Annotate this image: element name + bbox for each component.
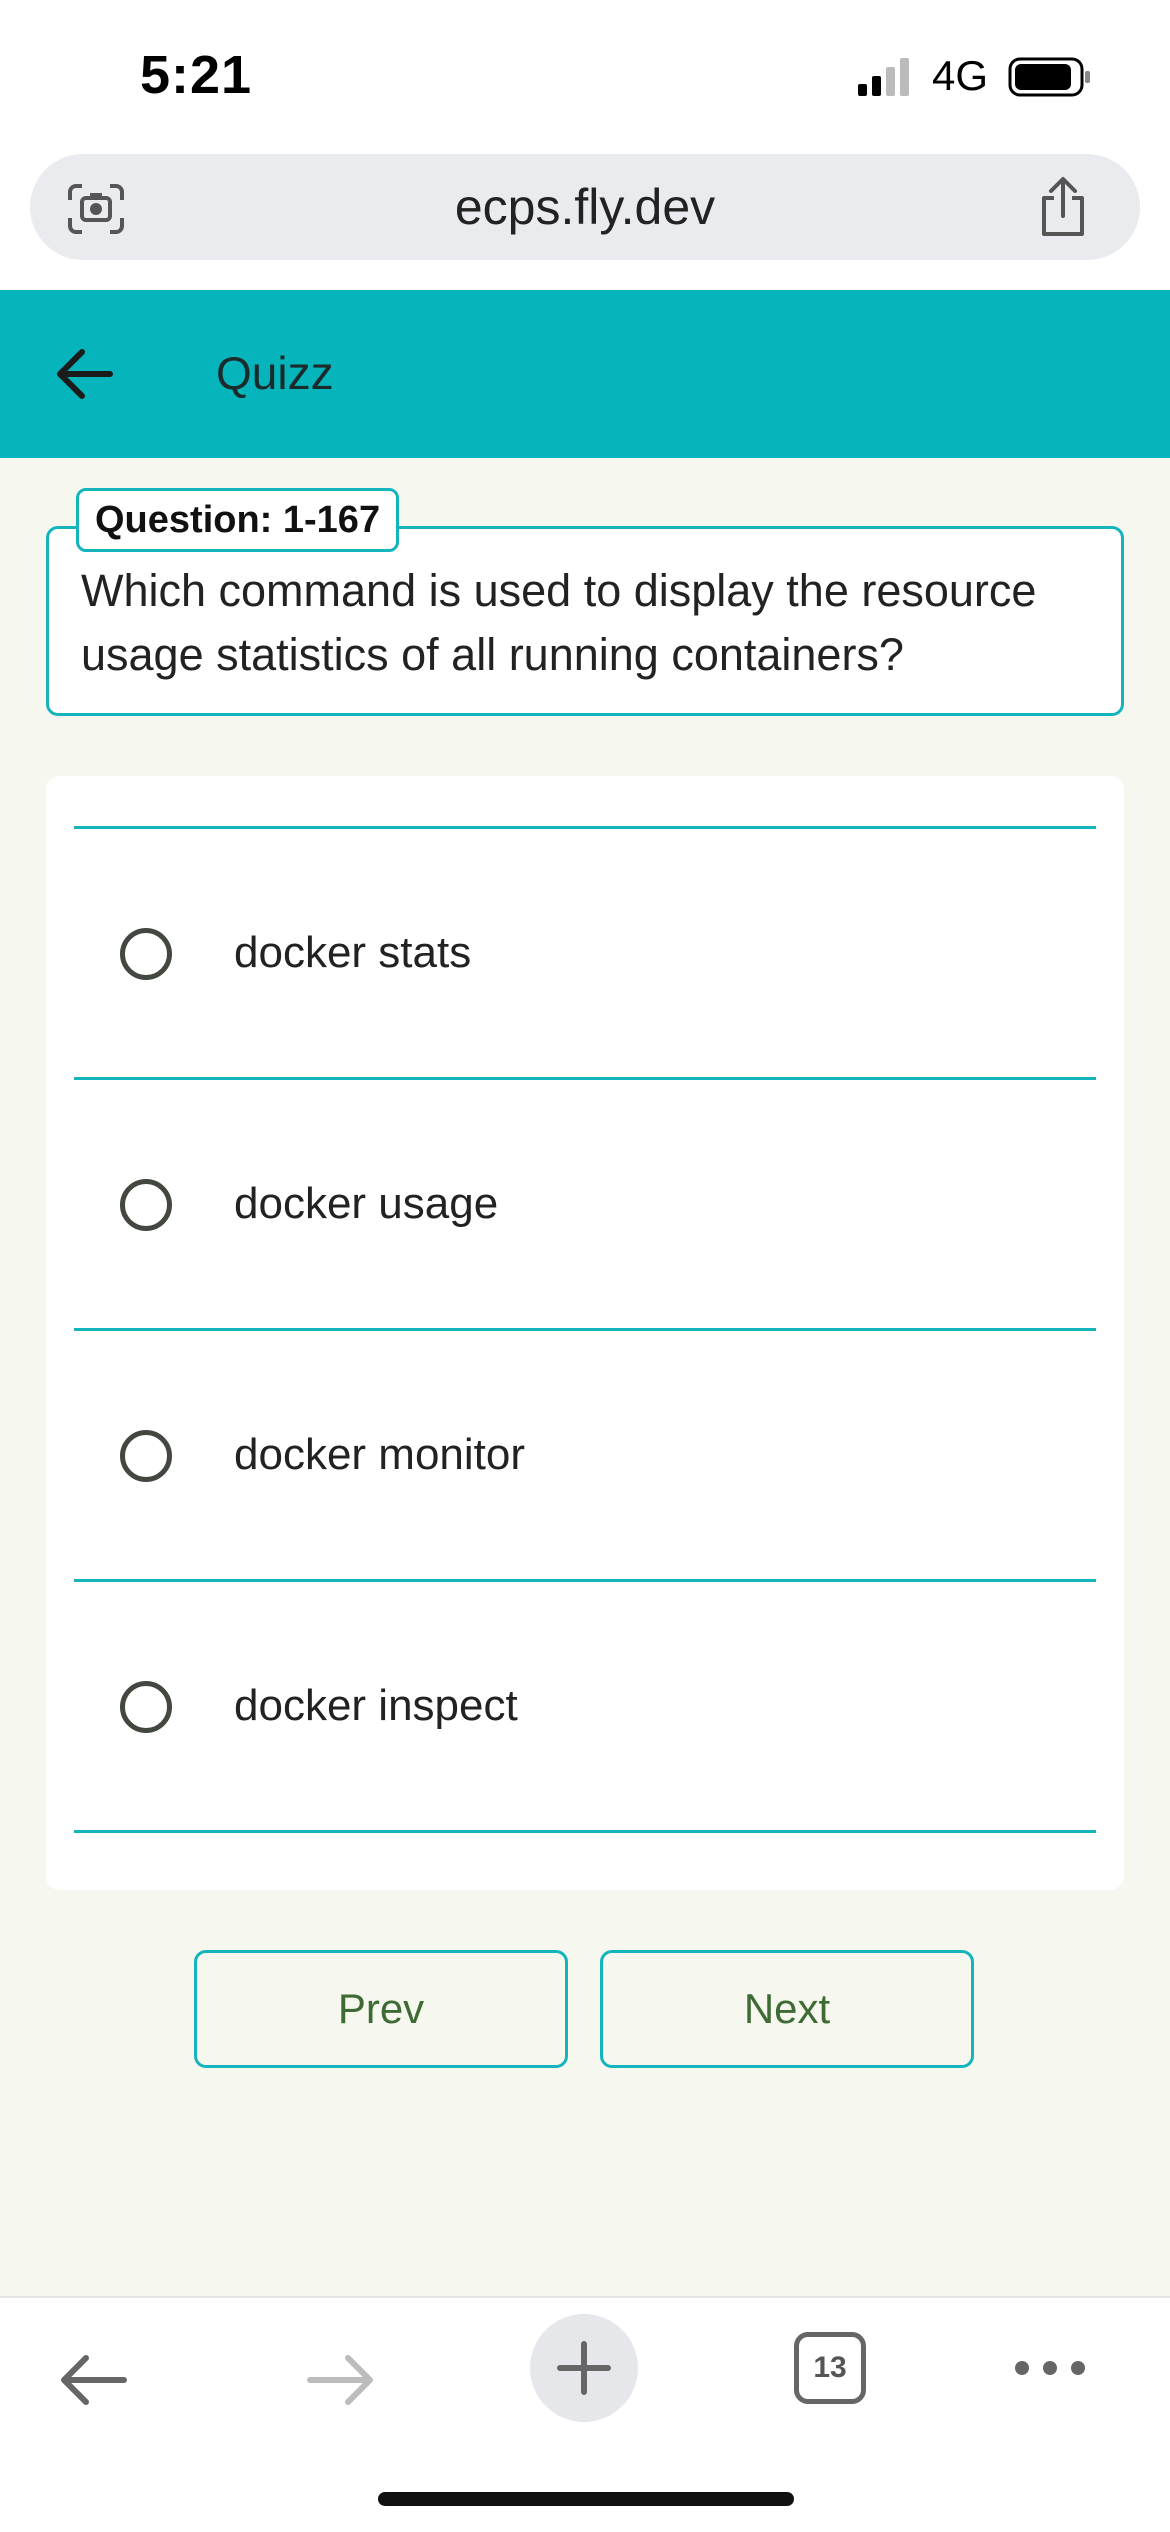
answer-options: docker stats docker usage docker monitor… (46, 776, 1124, 1890)
back-arrow-icon[interactable] (48, 334, 128, 414)
option-item[interactable]: docker stats (74, 829, 1096, 1077)
browser-url-area: ecps.fly.dev (0, 150, 1170, 290)
question-text: Which command is used to display the res… (81, 565, 1037, 680)
status-bar: 5:21 4G (0, 0, 1170, 150)
url-text: ecps.fly.dev (454, 179, 716, 235)
question-card: Which command is used to display the res… (46, 526, 1124, 716)
tab-switcher-button[interactable]: 13 (794, 2332, 866, 2404)
question-number-badge: Question: 1-167 (76, 488, 400, 552)
home-indicator (378, 2492, 794, 2506)
address-bar[interactable]: ecps.fly.dev (30, 154, 1140, 260)
next-button[interactable]: Next (600, 1950, 974, 2068)
prev-button[interactable]: Prev (194, 1950, 568, 2068)
option-label: docker usage (234, 1179, 499, 1228)
divider (74, 1830, 1096, 1833)
app-bar: Quizz (0, 290, 1170, 458)
browser-back-icon[interactable] (54, 2340, 134, 2420)
share-icon[interactable] (1036, 176, 1090, 238)
option-item[interactable]: docker monitor (74, 1331, 1096, 1579)
option-item[interactable]: docker inspect (74, 1582, 1096, 1830)
plus-icon (557, 2341, 611, 2395)
option-label: docker inspect (234, 1681, 518, 1730)
radio-button[interactable] (120, 1430, 172, 1482)
network-label: 4G (932, 52, 989, 99)
signal-icon (858, 58, 909, 96)
option-label: docker stats (234, 928, 472, 977)
option-item[interactable]: docker usage (74, 1080, 1096, 1328)
status-time: 5:21 (140, 45, 253, 105)
radio-button[interactable] (120, 1681, 172, 1733)
browser-forward-icon[interactable] (300, 2340, 380, 2420)
battery-icon (1008, 57, 1090, 97)
radio-button[interactable] (120, 928, 172, 980)
more-options-icon[interactable] (1012, 2348, 1088, 2388)
new-tab-button[interactable] (530, 2314, 638, 2422)
option-label: docker monitor (234, 1430, 526, 1479)
radio-button[interactable] (120, 1179, 172, 1231)
page-title: Quizz (216, 347, 334, 399)
